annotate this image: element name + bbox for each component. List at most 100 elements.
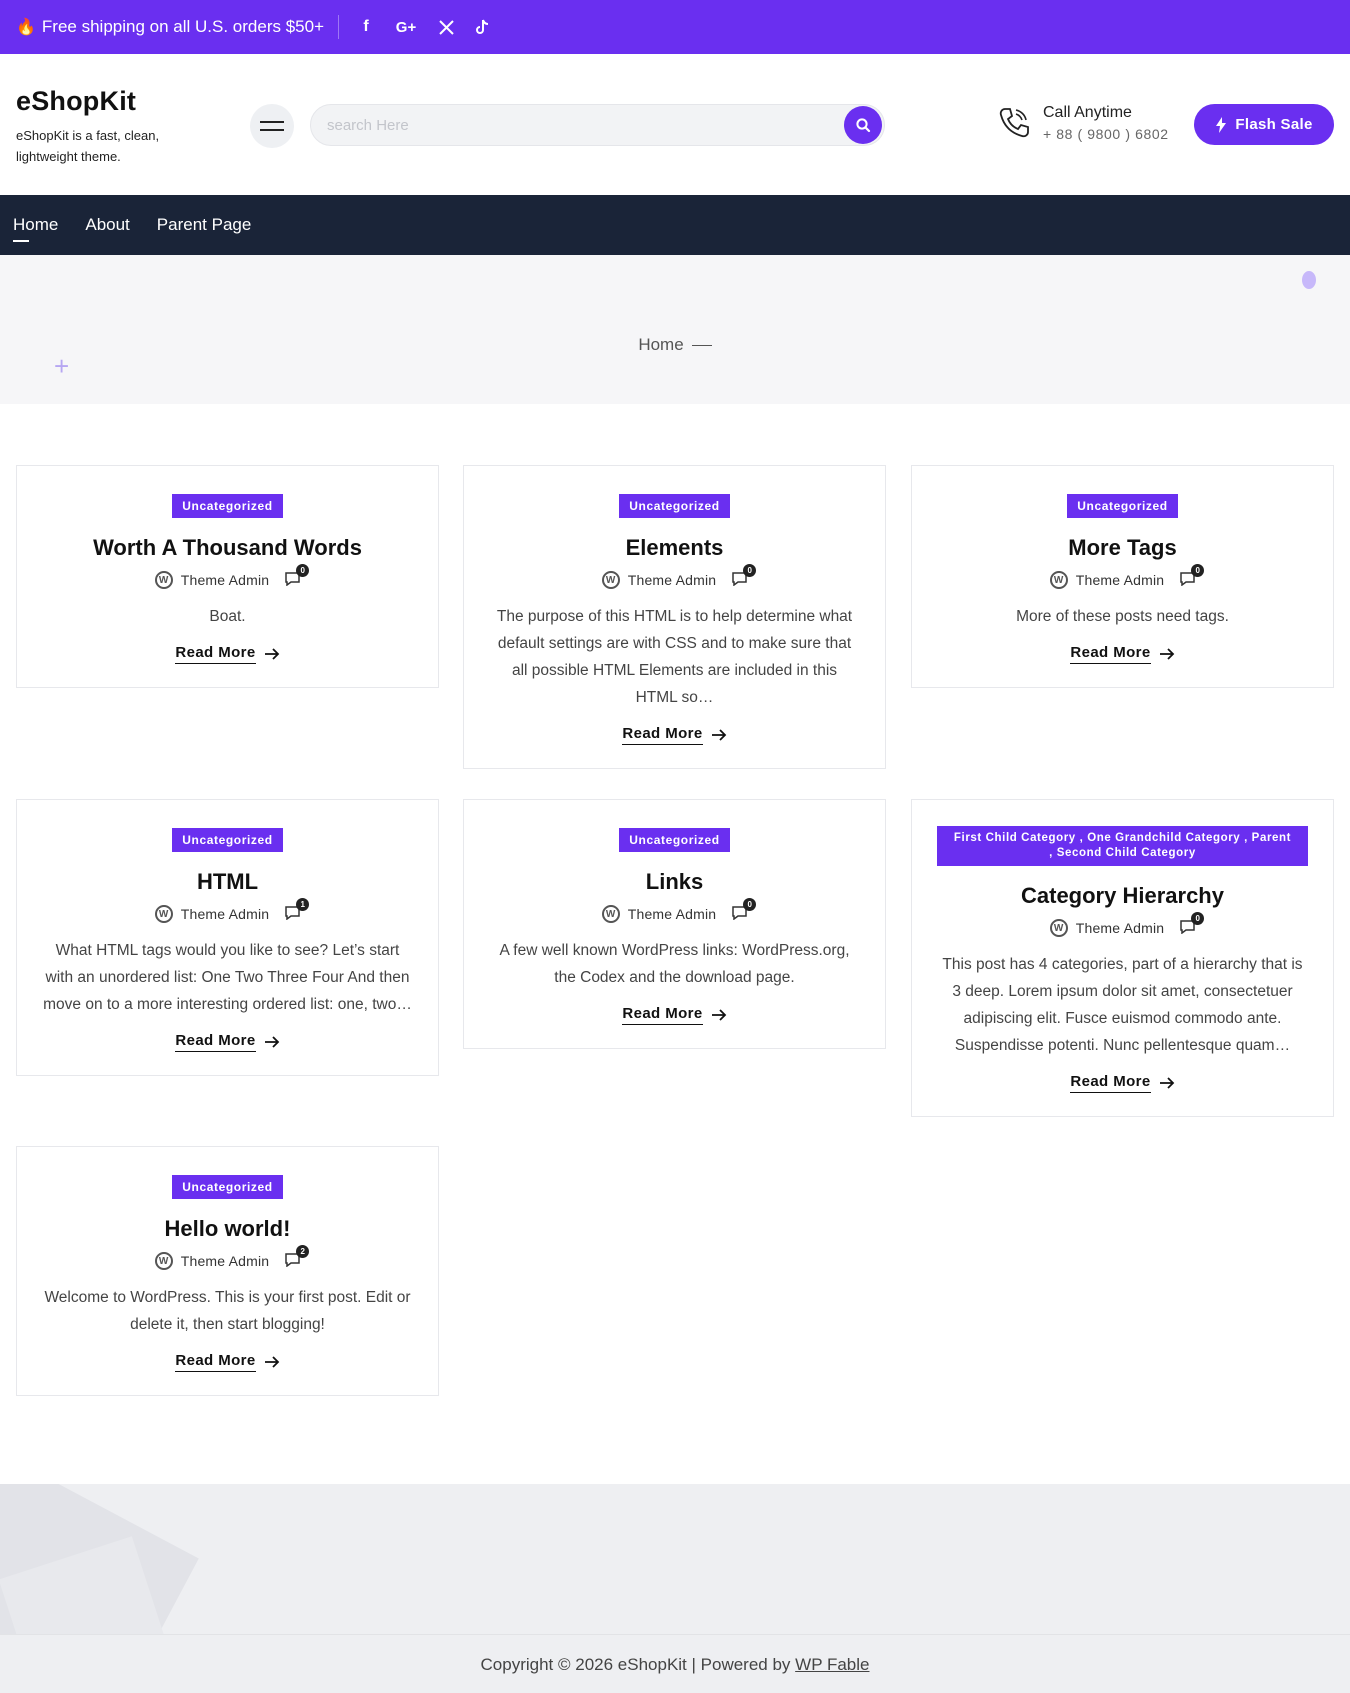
category-badge[interactable]: Uncategorized <box>172 1175 283 1199</box>
post-author[interactable]: Theme Admin <box>181 906 270 922</box>
post-title[interactable]: Links <box>464 869 885 895</box>
post-title[interactable]: Elements <box>464 535 885 561</box>
site-title[interactable]: eShopKit <box>16 86 186 117</box>
x-icon[interactable] <box>439 19 454 35</box>
post-title[interactable]: Hello world! <box>17 1216 438 1242</box>
site-tagline: eShopKit is a fast, clean, lightweight t… <box>16 128 160 164</box>
copyright-text: Copyright © 2026 eShopKit | Powered by <box>480 1655 791 1674</box>
comment-count: 0 <box>1191 563 1205 577</box>
read-more-link[interactable]: Read More <box>622 1005 726 1025</box>
post-author[interactable]: Theme Admin <box>628 572 717 588</box>
read-more-link[interactable]: Read More <box>1070 644 1174 664</box>
post-author[interactable]: Theme Admin <box>1076 920 1165 936</box>
flash-sale-label: Flash Sale <box>1235 116 1313 133</box>
comment-icon[interactable]: 0 <box>1180 563 1205 589</box>
arrow-right-icon <box>1159 648 1174 660</box>
post-excerpt: Welcome to WordPress. This is your first… <box>44 1289 411 1333</box>
read-more-link[interactable]: Read More <box>175 644 279 664</box>
call-number[interactable]: + 88 ( 9800 ) 6802 <box>1043 126 1169 142</box>
comment-count: 1 <box>296 897 310 911</box>
post-meta: W Theme Admin 1 <box>17 897 438 923</box>
lightning-icon <box>1216 116 1227 133</box>
read-more-label: Read More <box>175 1032 256 1052</box>
decorative-blob <box>1302 271 1316 289</box>
post-title[interactable]: HTML <box>17 869 438 895</box>
nav-item-home[interactable]: Home <box>13 215 58 242</box>
post-author[interactable]: Theme Admin <box>181 572 270 588</box>
wordpress-icon: W <box>1049 919 1068 937</box>
nav-item-about[interactable]: About <box>85 215 129 235</box>
category-badge[interactable]: First Child Category , One Grandchild Ca… <box>937 826 1308 866</box>
hamburger-icon <box>260 121 284 123</box>
tiktok-icon[interactable] <box>475 19 489 35</box>
comment-icon[interactable]: 0 <box>732 897 757 923</box>
post-excerpt: Boat. <box>209 608 246 625</box>
site-header: eShopKit eShopKit is a fast, clean, ligh… <box>0 54 1350 195</box>
post-author[interactable]: Theme Admin <box>628 906 717 922</box>
read-more-link[interactable]: Read More <box>622 725 726 745</box>
call-title: Call Anytime <box>1043 104 1132 121</box>
post-excerpt: More of these posts need tags. <box>1016 608 1229 625</box>
post-excerpt: What HTML tags would you like to see? Le… <box>43 942 412 1013</box>
comment-icon[interactable]: 1 <box>285 897 310 923</box>
category-badge[interactable]: Uncategorized <box>172 494 283 518</box>
post-excerpt: The purpose of this HTML is to help dete… <box>496 608 853 706</box>
post-title[interactable]: Worth A Thousand Words <box>17 535 438 561</box>
comment-count: 0 <box>1191 911 1205 925</box>
powered-by-link[interactable]: WP Fable <box>795 1655 869 1674</box>
google-plus-icon[interactable]: G+ <box>395 19 417 36</box>
breadcrumb: Home <box>0 335 1350 355</box>
post-author[interactable]: Theme Admin <box>1076 572 1165 588</box>
post-meta: W Theme Admin 0 <box>464 897 885 923</box>
breadcrumb-separator <box>691 345 712 347</box>
nav-item-parent-page[interactable]: Parent Page <box>157 215 252 235</box>
search-input[interactable] <box>311 105 791 145</box>
read-more-label: Read More <box>1070 1073 1151 1093</box>
search-form <box>310 104 885 146</box>
read-more-link[interactable]: Read More <box>175 1352 279 1372</box>
breadcrumb-home[interactable]: Home <box>638 335 683 354</box>
read-more-label: Read More <box>622 1005 703 1025</box>
flash-sale-button[interactable]: Flash Sale <box>1194 104 1334 145</box>
menu-toggle-button[interactable] <box>250 104 294 148</box>
arrow-right-icon <box>711 1009 726 1021</box>
post-title[interactable]: Category Hierarchy <box>912 883 1333 909</box>
search-button[interactable] <box>844 106 882 144</box>
comment-count: 0 <box>296 563 310 577</box>
shipping-text: Free shipping on all U.S. orders $50+ <box>41 17 324 36</box>
post-author[interactable]: Theme Admin <box>181 1253 270 1269</box>
post-title[interactable]: More Tags <box>912 535 1333 561</box>
read-more-label: Read More <box>175 1352 256 1372</box>
post-meta: W Theme Admin 0 <box>464 563 885 589</box>
post-card: Uncategorized HTML W Theme Admin 1 What … <box>16 799 439 1076</box>
post-card: Uncategorized Worth A Thousand Words W T… <box>16 465 439 688</box>
post-card: Uncategorized Elements W Theme Admin 0 T… <box>463 465 886 769</box>
post-meta: W Theme Admin 0 <box>912 911 1333 937</box>
read-more-link[interactable]: Read More <box>1070 1073 1174 1093</box>
read-more-label: Read More <box>175 644 256 664</box>
fire-icon: 🔥 <box>16 19 36 36</box>
category-badge[interactable]: Uncategorized <box>619 494 730 518</box>
arrow-right-icon <box>264 648 279 660</box>
call-info: Call Anytime + 88 ( 9800 ) 6802 <box>997 104 1169 142</box>
top-bar: 🔥 Free shipping on all U.S. orders $50+ … <box>0 0 1350 54</box>
arrow-right-icon <box>1159 1077 1174 1089</box>
read-more-link[interactable]: Read More <box>175 1032 279 1052</box>
arrow-right-icon <box>711 729 726 741</box>
read-more-label: Read More <box>1070 644 1151 664</box>
post-card: First Child Category , One Grandchild Ca… <box>911 799 1334 1117</box>
comment-icon[interactable]: 0 <box>732 563 757 589</box>
wordpress-icon: W <box>154 1252 173 1270</box>
footer-widgets-area <box>0 1484 1350 1634</box>
divider <box>338 15 339 39</box>
comment-icon[interactable]: 0 <box>285 563 310 589</box>
category-badge[interactable]: Uncategorized <box>619 828 730 852</box>
facebook-icon[interactable]: f <box>359 18 373 36</box>
comment-icon[interactable]: 2 <box>285 1244 310 1270</box>
category-badge[interactable]: Uncategorized <box>1067 494 1178 518</box>
comment-icon[interactable]: 0 <box>1180 911 1205 937</box>
read-more-label: Read More <box>622 725 703 745</box>
shipping-notice: 🔥 Free shipping on all U.S. orders $50+ <box>16 17 324 37</box>
category-badge[interactable]: Uncategorized <box>172 828 283 852</box>
post-meta: W Theme Admin 0 <box>912 563 1333 589</box>
